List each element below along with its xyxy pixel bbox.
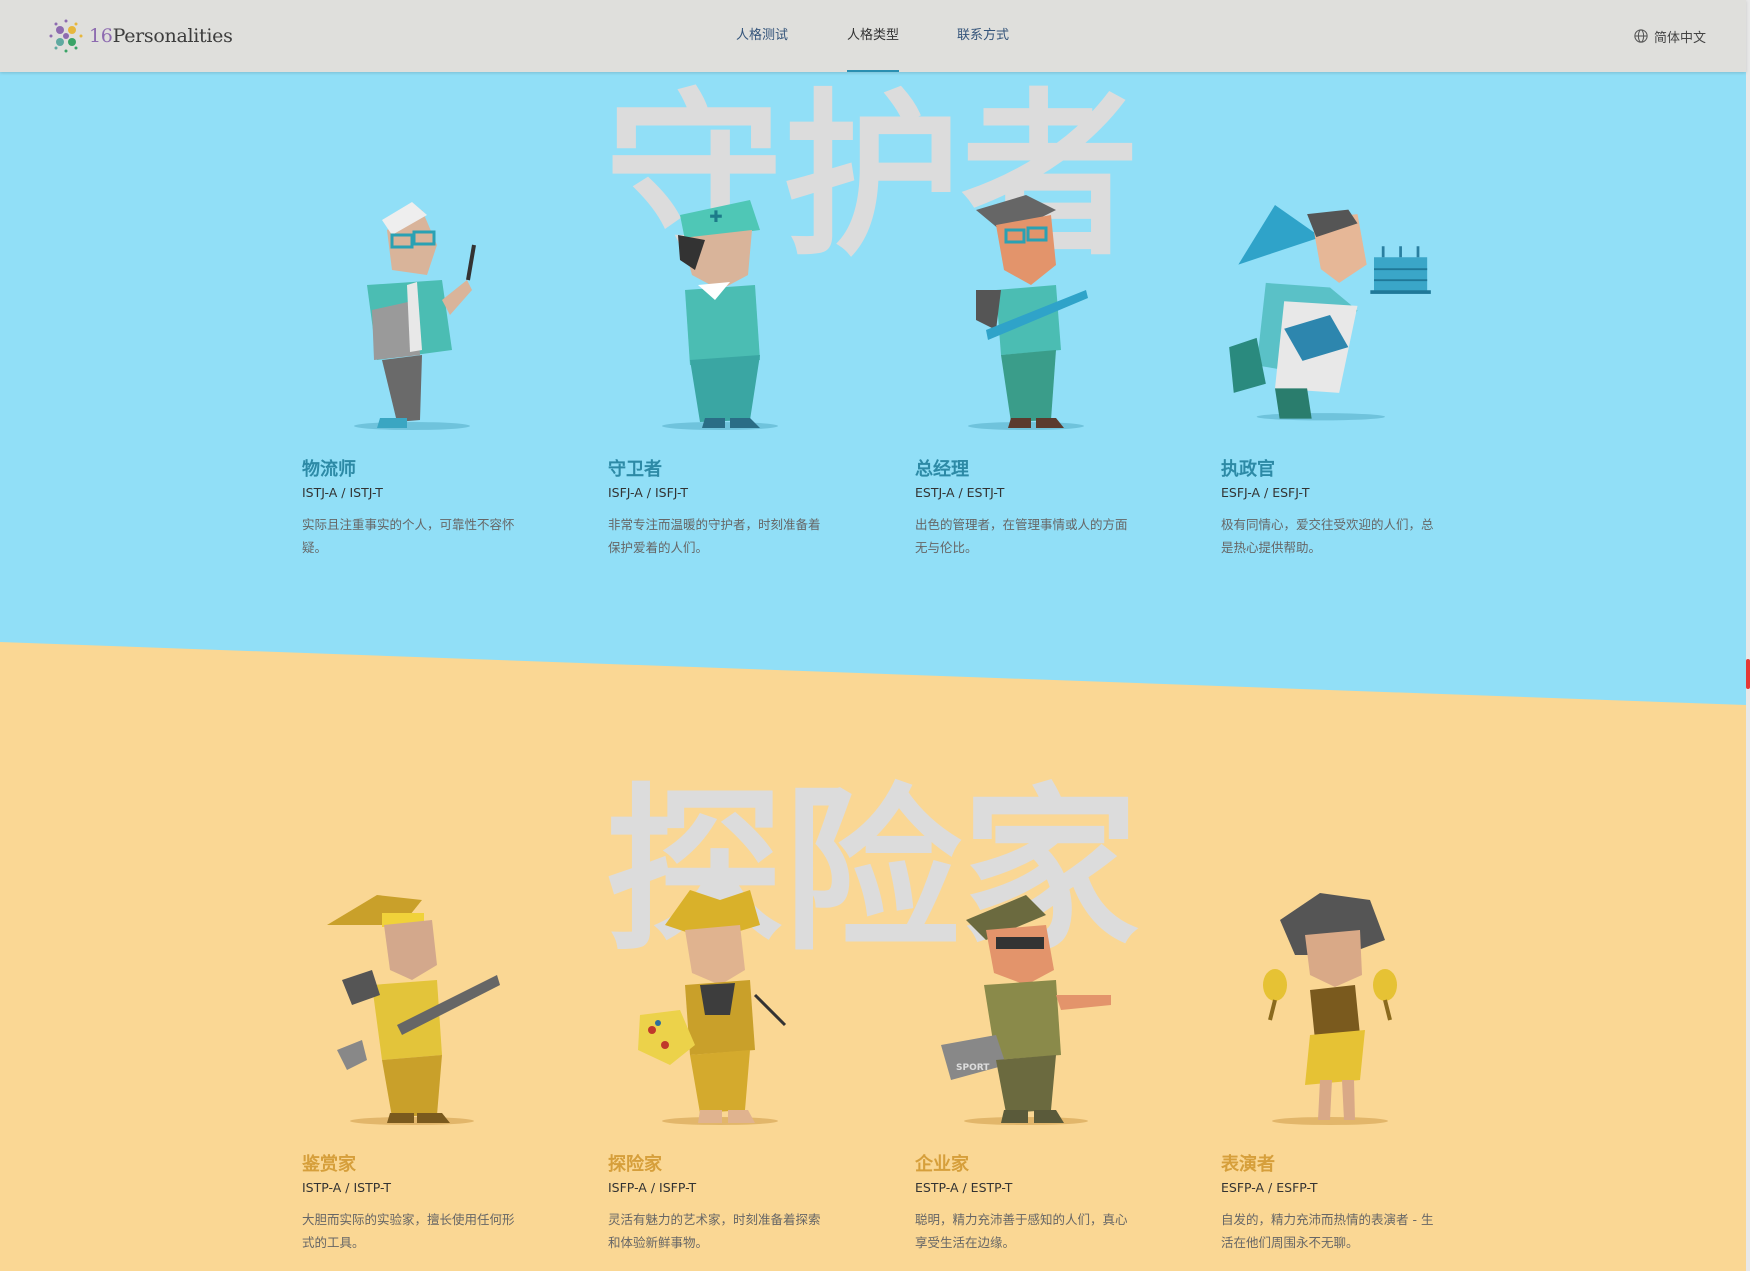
- card-code-istj: ISTJ-A / ISTJ-T: [302, 485, 383, 500]
- adventurer-illustration: [638, 890, 787, 1125]
- site-header: 16Personalities 人格测试 人格类型 联系方式 简体中文: [0, 0, 1746, 72]
- card-code-estp: ESTP-A / ESTP-T: [915, 1180, 1013, 1195]
- main-nav: 人格测试 人格类型 联系方式: [0, 0, 1746, 72]
- card-name-istj[interactable]: 物流师: [302, 455, 522, 481]
- nav-personality-types[interactable]: 人格类型: [847, 0, 900, 72]
- consul-illustration: [1229, 205, 1431, 421]
- card-desc-istj: 实际且注重事实的个人，可靠性不容怀疑。: [302, 517, 515, 555]
- card-desc-estp: 聪明，精力充沛善于感知的人们，真心享受生活在边缘。: [915, 1212, 1128, 1250]
- card-desc-istp: 大胆而实际的实验家，擅长使用任何形式的工具。: [302, 1212, 515, 1250]
- card-desc-isfp: 灵活有魅力的艺术家，时刻准备着探索和体验新鲜事物。: [608, 1212, 821, 1250]
- entertainer-illustration: [1263, 893, 1397, 1125]
- card-code-esfj: ESFJ-A / ESFJ-T: [1221, 485, 1310, 500]
- entrepreneur-illustration: SPORT: [941, 895, 1111, 1125]
- svg-text:✚: ✚: [709, 207, 722, 226]
- card-name-isfj[interactable]: 守卫者: [608, 455, 828, 481]
- nav-contact[interactable]: 联系方式: [957, 0, 1009, 72]
- card-name-istp[interactable]: 鉴赏家: [302, 1150, 522, 1176]
- card-name-esfj[interactable]: 执政官: [1221, 455, 1441, 481]
- nav-personality-test[interactable]: 人格测试: [736, 0, 788, 72]
- card-code-estj: ESTJ-A / ESTJ-T: [915, 485, 1005, 500]
- globe-icon: [1634, 29, 1648, 43]
- executive-illustration: [968, 195, 1088, 430]
- card-code-istp: ISTP-A / ISTP-T: [302, 1180, 391, 1195]
- card-code-esfp: ESFP-A / ESFP-T: [1221, 1180, 1318, 1195]
- card-name-isfp[interactable]: 探险家: [608, 1150, 828, 1176]
- scrollbar-track[interactable]: [1746, 0, 1750, 1271]
- virtuoso-illustration: [327, 895, 500, 1125]
- card-name-estp[interactable]: 企业家: [915, 1150, 1135, 1176]
- logistician-illustration: [354, 202, 476, 430]
- bag-label: SPORT: [956, 1063, 990, 1073]
- card-code-isfp: ISFP-A / ISFP-T: [608, 1180, 697, 1195]
- card-desc-esfj: 极有同情心，爱交往受欢迎的人们，总是热心提供帮助。: [1221, 517, 1434, 555]
- card-name-esfp[interactable]: 表演者: [1221, 1150, 1441, 1176]
- language-label: 简体中文: [1653, 30, 1706, 46]
- language-selector[interactable]: 简体中文: [1634, 0, 1706, 72]
- scrollbar-thumb[interactable]: [1746, 659, 1750, 689]
- card-desc-isfj: 非常专注而温暖的守护者，时刻准备着保护爱着的人们。: [608, 517, 821, 555]
- card-desc-estj: 出色的管理者，在管理事情或人的方面无与伦比。: [915, 517, 1128, 555]
- defender-illustration: ✚: [662, 200, 778, 430]
- card-code-isfj: ISFJ-A / ISFJ-T: [608, 485, 689, 500]
- card-name-estj[interactable]: 总经理: [915, 455, 1135, 481]
- card-desc-esfp: 自发的，精力充沛而热情的表演者 - 生活在他们周围永不无聊。: [1221, 1212, 1434, 1250]
